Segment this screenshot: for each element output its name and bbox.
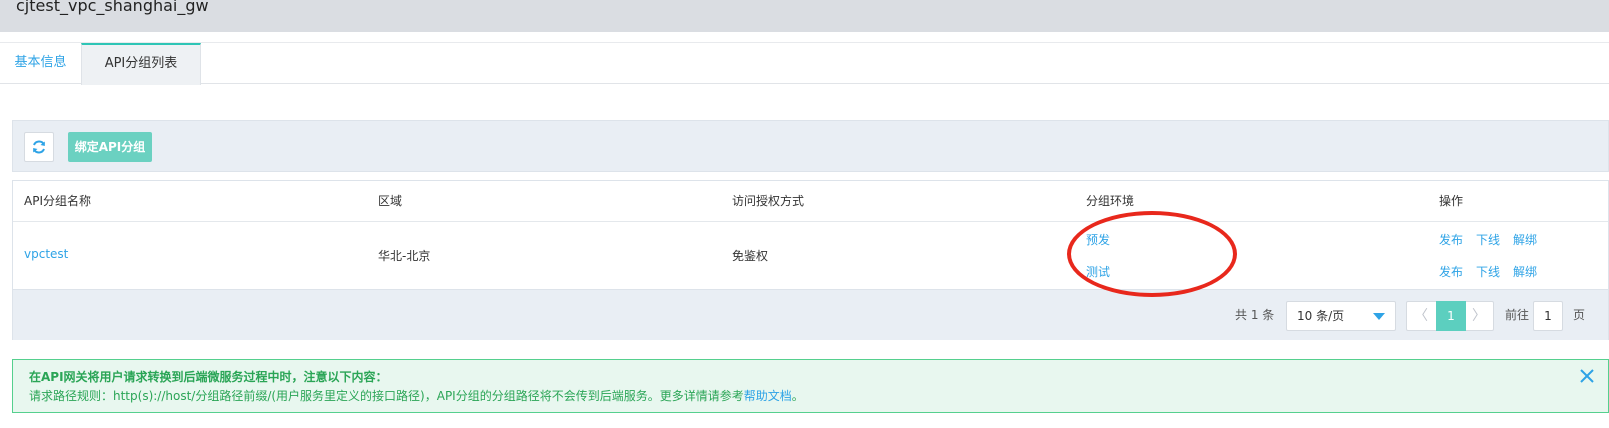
notice-title: 在API网关将用户请求转换到后端微服务过程中时，注意以下内容： — [29, 370, 388, 384]
column-header-environment: 分组环境 — [1086, 194, 1135, 208]
help-doc-link[interactable]: 帮助文档 — [744, 389, 792, 403]
chevron-right-icon[interactable]: 〉 — [1465, 302, 1493, 330]
tab-api-group-list[interactable]: API分组列表 — [81, 43, 201, 85]
caret-down-icon — [1373, 313, 1385, 320]
region-cell: 华北-北京 — [378, 249, 431, 263]
auth-cell: 免鉴权 — [732, 249, 769, 263]
unbind-link-test[interactable]: 解绑 — [1513, 263, 1537, 280]
publish-link-test[interactable]: 发布 — [1439, 263, 1463, 280]
column-header-region: 区域 — [378, 194, 403, 208]
api-group-table: API分组名称 区域 访问授权方式 分组环境 操作 vpctest 华北-北京 … — [12, 180, 1609, 340]
refresh-button[interactable] — [24, 132, 54, 162]
offline-link-test[interactable]: 下线 — [1476, 263, 1500, 280]
page-size-select[interactable]: 10 条/页 — [1286, 301, 1396, 331]
toolbar: 绑定API分组 — [12, 120, 1609, 172]
table-row: vpctest 华北-北京 免鉴权 预发 测试 发布 下线 解绑 发布 下线 解… — [13, 222, 1608, 289]
goto-page-input[interactable]: 1 — [1533, 301, 1563, 331]
page-number-current[interactable]: 1 — [1436, 301, 1466, 331]
page-size-value: 10 条/页 — [1297, 309, 1345, 323]
env-test-link[interactable]: 测试 — [1086, 263, 1110, 280]
pagination-total: 共 1 条 — [1235, 308, 1275, 322]
title-bar: cjtest_vpc_shanghai_gw — [0, 0, 1609, 32]
table-header: API分组名称 区域 访问授权方式 分组环境 操作 — [13, 181, 1608, 222]
env-preview-link[interactable]: 预发 — [1086, 231, 1110, 248]
column-header-actions: 操作 — [1439, 194, 1464, 208]
notice-body: 请求路径规则：http(s)://host/分组路径前缀/(用户服务里定义的接口… — [29, 387, 804, 404]
group-name-link[interactable]: vpctest — [24, 247, 68, 261]
tab-bar: 基本信息 API分组列表 — [0, 42, 1609, 85]
column-header-name: API分组名称 — [24, 194, 91, 208]
notice-banner: 在API网关将用户请求转换到后端微服务过程中时，注意以下内容： 请求路径规则：h… — [12, 359, 1609, 413]
page-title: cjtest_vpc_shanghai_gw — [16, 0, 209, 15]
publish-link-preview[interactable]: 发布 — [1439, 231, 1463, 248]
chevron-left-icon[interactable]: 〈 — [1407, 302, 1435, 330]
refresh-icon — [33, 140, 45, 154]
column-header-auth: 访问授权方式 — [732, 194, 805, 208]
close-icon[interactable] — [1578, 367, 1596, 385]
pager: 〈 1 〉 — [1406, 301, 1494, 331]
bind-api-group-button[interactable]: 绑定API分组 — [68, 132, 152, 162]
page-unit-label: 页 — [1573, 308, 1586, 322]
notice-body-suffix: 。 — [791, 389, 804, 403]
notice-body-text: 请求路径规则：http(s)://host/分组路径前缀/(用户服务里定义的接口… — [29, 389, 744, 403]
goto-label: 前往 — [1505, 308, 1530, 322]
pagination-bar: 共 1 条 10 条/页 〈 1 〉 前往 1 页 — [13, 289, 1608, 340]
tab-basic-info[interactable]: 基本信息 — [0, 43, 81, 85]
unbind-link-preview[interactable]: 解绑 — [1513, 231, 1537, 248]
offline-link-preview[interactable]: 下线 — [1476, 231, 1500, 248]
